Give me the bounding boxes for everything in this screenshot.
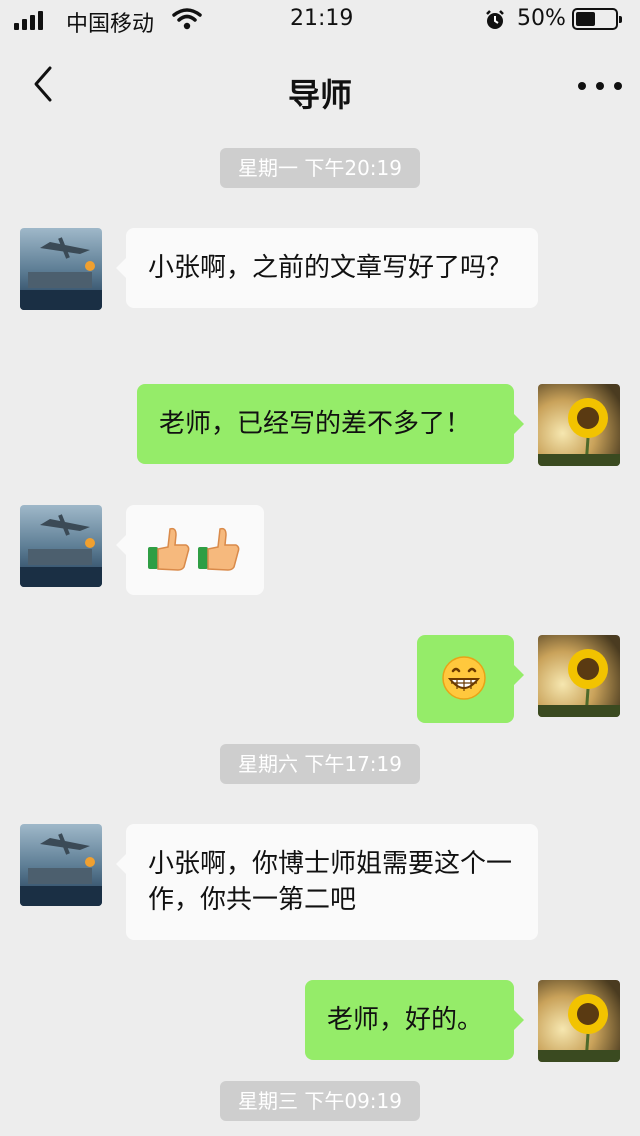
my-avatar[interactable] xyxy=(538,980,620,1062)
thumbs-up-icon xyxy=(198,527,240,571)
message-text: 老师，好的。 xyxy=(327,1005,484,1035)
page-title: 导师 xyxy=(287,76,352,114)
contact-avatar[interactable] xyxy=(20,228,102,310)
message-text: 小张啊，你博士师姐需要这个一作，你共一第二吧 xyxy=(148,849,513,915)
wifi-icon xyxy=(172,8,202,36)
chat-area[interactable]: 星期一 下午20:19 小张啊，之前的文章写好了吗？ 老师，已经写的差不多了！ … xyxy=(0,128,640,1136)
battery-icon xyxy=(572,8,622,30)
contact-avatar[interactable] xyxy=(20,824,102,906)
battery-percent: 50% xyxy=(517,6,566,31)
carrier-label: 中国移动 xyxy=(66,12,155,37)
more-button[interactable] xyxy=(578,68,622,104)
message-text: 老师，已经写的差不多了！ xyxy=(159,409,472,439)
sent-message[interactable]: 老师，好的。 xyxy=(305,980,524,1060)
timestamp: 星期一 下午20:19 xyxy=(220,148,420,188)
nav-bar: 导师 xyxy=(0,40,640,128)
received-emoji-message[interactable] xyxy=(116,505,264,595)
received-message[interactable]: 小张啊，之前的文章写好了吗？ xyxy=(116,228,538,308)
timestamp: 星期三 下午09:19 xyxy=(220,1081,420,1121)
sent-emoji-message[interactable] xyxy=(417,635,524,723)
sent-message[interactable]: 老师，已经写的差不多了！ xyxy=(137,384,524,464)
battery-fill xyxy=(576,12,595,26)
message-text: 小张啊，之前的文章写好了吗？ xyxy=(148,253,513,283)
alarm-icon xyxy=(484,9,506,37)
received-message[interactable]: 小张啊，你博士师姐需要这个一作，你共一第二吧 xyxy=(116,824,538,940)
more-dots-icon xyxy=(578,82,586,90)
my-avatar[interactable] xyxy=(538,384,620,466)
grinning-face-icon xyxy=(442,656,486,700)
contact-avatar[interactable] xyxy=(20,505,102,587)
my-avatar[interactable] xyxy=(538,635,620,717)
status-bar: 中国移动 21:19 50% xyxy=(0,0,640,40)
thumbs-up-icon xyxy=(148,527,190,571)
clock: 21:19 xyxy=(290,6,354,31)
signal-icon xyxy=(14,10,43,30)
timestamp: 星期六 下午17:19 xyxy=(220,744,420,784)
